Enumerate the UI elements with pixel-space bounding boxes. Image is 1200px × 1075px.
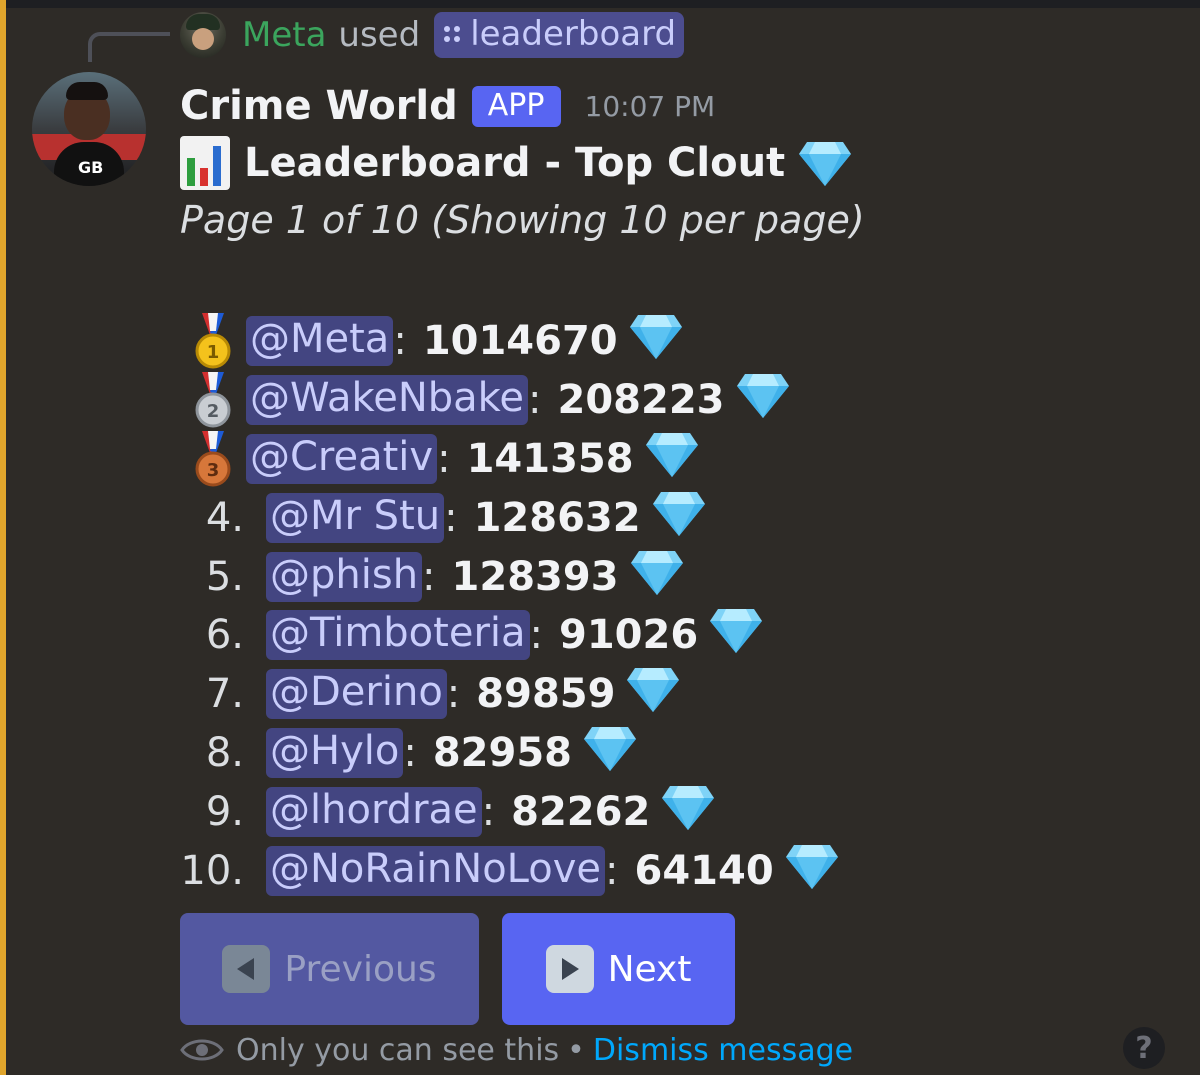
gem-icon (784, 841, 840, 901)
rank-number: 5. (205, 553, 244, 600)
clout-score: 64140 (634, 847, 774, 894)
colon-separator: : (403, 729, 417, 776)
chart-icon (180, 136, 230, 190)
colon-separator: : (422, 553, 436, 600)
user-mention[interactable]: @Hylo (266, 727, 404, 778)
colon-separator: : (444, 494, 458, 541)
colon-separator: : (605, 847, 619, 894)
medal-rank: 2 (207, 401, 220, 422)
clout-score: 1014670 (422, 318, 618, 365)
play-left-icon (222, 945, 271, 993)
message-timestamp[interactable]: 10:07 PM (585, 90, 716, 123)
clout-score: 89859 (476, 671, 616, 718)
eye-icon (180, 1039, 224, 1061)
author-avatar[interactable]: GB (32, 72, 146, 186)
gem-icon (651, 488, 707, 548)
clout-score: 82262 (511, 788, 651, 835)
author-username[interactable]: Crime World (180, 83, 458, 129)
rank-number: 10. (180, 847, 244, 894)
user-mention[interactable]: @Mr Stu (266, 492, 445, 543)
slash-command-name: leaderboard (470, 14, 677, 54)
footer-separator: • (567, 1032, 585, 1068)
leaderboard-row: 10. @NoRainNoLove:64140 (180, 841, 940, 900)
gem-icon (628, 311, 684, 371)
slash-command-pill[interactable]: leaderboard (434, 12, 685, 58)
user-mention[interactable]: @NoRainNoLove (266, 845, 606, 896)
gem-icon (660, 782, 716, 842)
leaderboard-row: 5. @phish:128393 (180, 547, 940, 606)
user-mention[interactable]: @Creativ (246, 433, 438, 484)
leaderboard-row: 6. @Timboteria:91026 (180, 606, 940, 665)
visibility-note: Only you can see this (236, 1032, 560, 1068)
next-button[interactable]: Next (502, 913, 735, 1025)
message-header: Crime World APP 10:07 PM (180, 80, 715, 132)
user-mention[interactable]: @WakeNbake (246, 375, 529, 426)
app-badge: APP (471, 85, 561, 127)
gold-medal-icon: 1 (188, 313, 238, 369)
rank-number: 7. (205, 671, 244, 718)
slash-command-icon (444, 26, 461, 42)
leaderboard-list: 1 @Meta:1014670 2 @WakeNbake:208223 3 @Creati… (180, 312, 940, 900)
user-mention[interactable]: @Timboteria (266, 610, 530, 661)
colon-separator: : (481, 788, 496, 835)
medal-rank: 3 (207, 460, 220, 481)
colon-separator: : (528, 377, 542, 424)
previous-button[interactable]: Previous (180, 913, 479, 1025)
user-mention[interactable]: @Derino (266, 669, 447, 720)
medal-rank: 1 (207, 342, 220, 363)
leaderboard-row: 1 @Meta:1014670 (180, 312, 940, 371)
previous-label: Previous (284, 948, 437, 990)
gem-icon (708, 605, 764, 665)
colon-separator: : (437, 435, 451, 482)
leaderboard-row: 7. @Derino:89859 (180, 665, 940, 724)
clout-score: 208223 (557, 377, 725, 424)
rank-number: 8. (205, 729, 244, 776)
leaderboard-row: 2 @WakeNbake:208223 (180, 371, 940, 430)
next-label: Next (607, 948, 692, 990)
gem-icon (644, 429, 700, 489)
user-mention[interactable]: @Meta (246, 316, 394, 367)
clout-score: 141358 (466, 435, 634, 482)
interaction-line: Meta used leaderboard (242, 10, 685, 60)
gem-icon (799, 142, 852, 186)
bronze-medal-icon: 3 (188, 430, 238, 487)
clout-score: 128632 (473, 494, 641, 541)
colon-separator: : (529, 612, 543, 659)
colon-separator: : (393, 318, 407, 365)
leaderboard-title: Leaderboard - Top Clout (244, 140, 786, 186)
interaction-used-text: used (338, 15, 421, 55)
leaderboard-row: 3 @Creativ:141358 (180, 430, 940, 489)
reply-spine (88, 32, 170, 62)
leaderboard-row: 9. @lhordrae:82262 (180, 782, 940, 841)
interaction-user-avatar[interactable] (180, 12, 226, 58)
colon-separator: : (446, 671, 461, 718)
clout-score: 91026 (559, 612, 699, 659)
leaderboard-title-row: Leaderboard - Top Clout (180, 134, 853, 192)
clout-score: 128393 (451, 553, 619, 600)
user-mention[interactable]: @lhordrae (266, 786, 482, 837)
clout-score: 82958 (432, 729, 572, 776)
gem-icon (629, 547, 685, 607)
rank-number: 4. (205, 494, 244, 541)
dismiss-message-link[interactable]: Dismiss message (593, 1033, 853, 1068)
interaction-username[interactable]: Meta (242, 15, 326, 55)
rank-number: 9. (205, 788, 244, 835)
play-right-icon (545, 945, 594, 993)
user-mention[interactable]: @phish (266, 551, 423, 602)
leaderboard-row: 4. @Mr Stu:128632 (180, 488, 940, 547)
top-strip (0, 0, 1200, 8)
page-indicator: Page 1 of 10 (Showing 10 per page) (180, 198, 865, 242)
rank-number: 6. (205, 612, 244, 659)
silver-medal-icon: 2 (188, 372, 238, 428)
gem-icon (582, 723, 638, 783)
leaderboard-row: 8. @Hylo:82958 (180, 724, 940, 783)
help-icon[interactable]: ? (1123, 1027, 1165, 1069)
ephemeral-footer: Only you can see this • Dismiss message (180, 1028, 853, 1072)
gem-icon (625, 664, 681, 724)
highlight-bar (0, 0, 6, 1075)
gem-icon (735, 370, 791, 430)
